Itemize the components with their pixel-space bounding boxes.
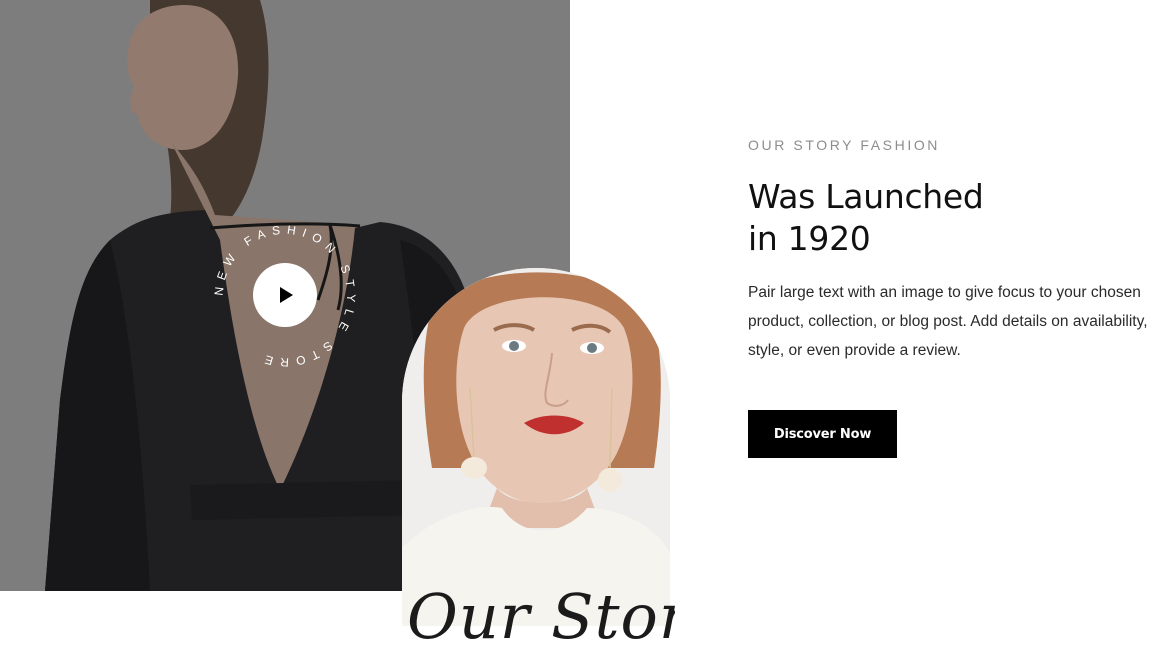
play-icon bbox=[280, 287, 293, 303]
signature: Our Story bbox=[407, 580, 675, 653]
section-eyebrow: OUR STORY FASHION bbox=[748, 137, 941, 153]
section-headline: Was Launched in 1920 bbox=[748, 176, 984, 260]
section-description: Pair large text with an image to give fo… bbox=[748, 284, 1148, 359]
discover-now-button[interactable]: Discover Now bbox=[748, 410, 897, 458]
signature-text: Our Story bbox=[407, 580, 675, 653]
our-story-section: NEW FASHION STYLE STORE Our Sto OUR STOR… bbox=[0, 0, 1163, 656]
video-badge: NEW FASHION STYLE STORE bbox=[205, 216, 365, 376]
headline-line-1: Was Launched bbox=[748, 177, 984, 216]
play-button[interactable] bbox=[253, 263, 317, 327]
headline-line-2: in 1920 bbox=[748, 219, 871, 258]
